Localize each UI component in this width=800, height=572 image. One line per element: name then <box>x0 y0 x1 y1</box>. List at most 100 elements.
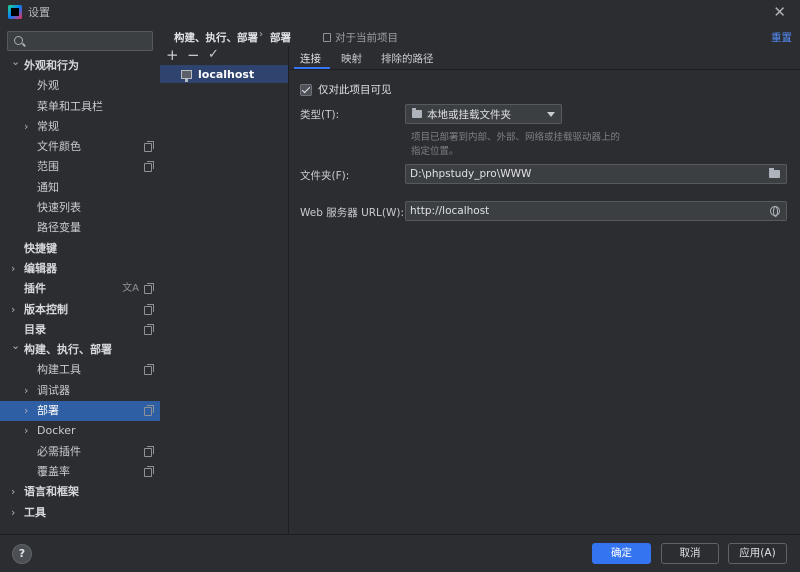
sidebar-item[interactable]: 快速列表 <box>0 198 160 218</box>
sidebar-item[interactable]: 范围 <box>0 157 160 177</box>
chevron-down-icon[interactable]: ⌄ <box>11 336 20 356</box>
type-hint: 项目已部署到内部、外部、网络或挂载驱动器上的 指定位置。 <box>411 132 621 157</box>
sidebar-item-label: 编辑器 <box>24 261 57 275</box>
visible-only-row[interactable]: 仅对此项目可见 <box>300 82 392 97</box>
chevron-right-icon[interactable]: › <box>11 482 15 502</box>
cancel-button[interactable]: 取消 <box>661 543 719 564</box>
sidebar-item-label: 部署 <box>37 404 59 418</box>
sidebar-item[interactable]: › 版本控制 <box>0 300 160 320</box>
sidebar-item[interactable]: 文件颜色 <box>0 137 160 157</box>
project-level-icon <box>144 161 154 173</box>
sidebar-item[interactable]: › 部署 <box>0 401 160 422</box>
active-tab-indicator <box>294 67 330 69</box>
settings-tree: ⌄ 外观和行为 外观 菜单和工具栏 › 常规 文件颜色 范围 通知 快速列表 路径变量 快捷键 › 编辑器… <box>0 55 160 523</box>
sidebar-item-label: 覆盖率 <box>37 464 70 478</box>
sidebar-item-label: 外观 <box>37 79 59 93</box>
globe-icon[interactable] <box>770 206 780 217</box>
ok-button[interactable]: 确定 <box>592 543 651 564</box>
visible-only-checkbox[interactable] <box>300 83 312 96</box>
sidebar-item[interactable]: › 工具 <box>0 503 160 523</box>
settings-search-input[interactable] <box>7 31 153 51</box>
sidebar-item[interactable]: › 编辑器 <box>0 259 160 279</box>
sidebar-item[interactable]: › 常规 <box>0 117 160 137</box>
set-default-server-button[interactable]: ✓ <box>208 46 219 64</box>
sidebar-item[interactable]: ⌄ 构建、执行、部署 <box>0 339 160 360</box>
project-level-icon <box>144 303 154 315</box>
deployment-config-panel: 连接 映射 排除的路径 仅对此项目可见 类型(T): 本地或挂载文件夹 项目已部… <box>290 46 800 534</box>
sidebar-item[interactable]: ⌄ 外观和行为 <box>0 55 160 76</box>
chevron-down-icon <box>547 112 555 117</box>
sidebar-item[interactable]: › 语言和框架 <box>0 482 160 502</box>
breadcrumb-separator-icon: › <box>259 29 263 40</box>
server-list-panel: + − ✓ localhost <box>160 46 289 534</box>
sidebar-item-label: 快速列表 <box>37 201 81 215</box>
sidebar-item[interactable]: 覆盖率 <box>0 462 160 482</box>
tab-excluded-paths[interactable]: 排除的路径 <box>381 51 434 66</box>
sidebar-item[interactable]: 必需插件 <box>0 442 160 462</box>
sidebar-item-label: 构建、执行、部署 <box>24 343 112 357</box>
sidebar-item[interactable]: › Docker <box>0 421 160 441</box>
sidebar-item-label: 文件颜色 <box>37 140 81 154</box>
sidebar-item[interactable]: 通知 <box>0 178 160 198</box>
sidebar-item-label: 工具 <box>24 505 46 519</box>
chevron-right-icon[interactable]: › <box>11 503 15 523</box>
server-icon <box>181 69 192 82</box>
project-level-icon <box>144 445 154 457</box>
dialog-footer: ? 确定 取消 应用(A) <box>0 534 800 572</box>
project-level-icon <box>144 141 154 153</box>
sidebar-item-label: 构建工具 <box>37 363 81 377</box>
title-bar: 设置 ✕ <box>0 0 800 24</box>
chevron-right-icon[interactable]: › <box>24 381 28 401</box>
folder-input[interactable] <box>406 165 761 183</box>
remove-server-button[interactable]: − <box>187 46 200 64</box>
type-select-value: 本地或挂载文件夹 <box>427 108 511 121</box>
folder-icon <box>412 108 422 118</box>
chevron-right-icon[interactable]: › <box>24 421 28 441</box>
breadcrumb-item: 部署 <box>270 32 291 44</box>
breadcrumb: 构建、执行、部署 › 部署 对于当前项目 重置 <box>160 24 800 46</box>
apply-button[interactable]: 应用(A) <box>728 543 787 564</box>
server-item-label: localhost <box>198 67 255 81</box>
sidebar-item[interactable]: 外观 <box>0 76 160 96</box>
sidebar-item-label: 必需插件 <box>37 444 81 458</box>
chevron-right-icon[interactable]: › <box>11 259 15 279</box>
sidebar-item-label: Docker <box>37 424 76 438</box>
search-icon <box>14 36 23 45</box>
reset-link[interactable]: 重置 <box>771 30 792 45</box>
server-item-localhost[interactable]: localhost <box>160 65 288 83</box>
type-select[interactable]: 本地或挂载文件夹 <box>405 104 562 124</box>
chevron-right-icon[interactable]: › <box>24 401 28 421</box>
sidebar-item-label: 版本控制 <box>24 302 68 316</box>
sidebar-item-label: 范围 <box>37 160 59 174</box>
chevron-right-icon[interactable]: › <box>24 117 28 137</box>
translate-icon: 文A <box>122 283 139 295</box>
project-level-icon <box>144 364 154 376</box>
sidebar-item[interactable]: 菜单和工具栏 <box>0 97 160 117</box>
sidebar-item-label: 常规 <box>37 119 59 133</box>
project-level-icon <box>144 323 154 335</box>
window-title: 设置 <box>28 6 50 19</box>
sidebar-item-label: 通知 <box>37 180 59 194</box>
sidebar-item[interactable]: 构建工具 <box>0 360 160 380</box>
browse-folder-icon[interactable] <box>769 168 780 178</box>
settings-sidebar: ⌄ 外观和行为 外观 菜单和工具栏 › 常规 文件颜色 范围 通知 快速列表 路径变量 快捷键 › 编辑器… <box>0 24 160 534</box>
chevron-right-icon[interactable]: › <box>11 300 15 320</box>
sidebar-item-label: 目录 <box>24 322 46 336</box>
app-logo-icon <box>8 5 22 19</box>
web-url-input[interactable] <box>406 202 761 220</box>
close-icon[interactable]: ✕ <box>773 3 786 21</box>
tab-mappings[interactable]: 映射 <box>341 51 362 66</box>
sidebar-item-label: 菜单和工具栏 <box>37 99 103 113</box>
chevron-down-icon[interactable]: ⌄ <box>11 52 20 72</box>
sidebar-item-label: 语言和框架 <box>24 485 79 499</box>
sidebar-item[interactable]: 路径变量 <box>0 218 160 238</box>
sidebar-item[interactable]: › 调试器 <box>0 381 160 401</box>
add-server-button[interactable]: + <box>166 46 179 64</box>
sidebar-item[interactable]: 插件 文A <box>0 279 160 299</box>
web-url-field <box>405 201 787 221</box>
sidebar-item[interactable]: 快捷键 <box>0 239 160 259</box>
breadcrumb-item[interactable]: 构建、执行、部署 <box>174 30 258 45</box>
tab-connection[interactable]: 连接 <box>300 51 321 66</box>
help-button[interactable]: ? <box>12 544 32 564</box>
sidebar-item[interactable]: 目录 <box>0 320 160 340</box>
